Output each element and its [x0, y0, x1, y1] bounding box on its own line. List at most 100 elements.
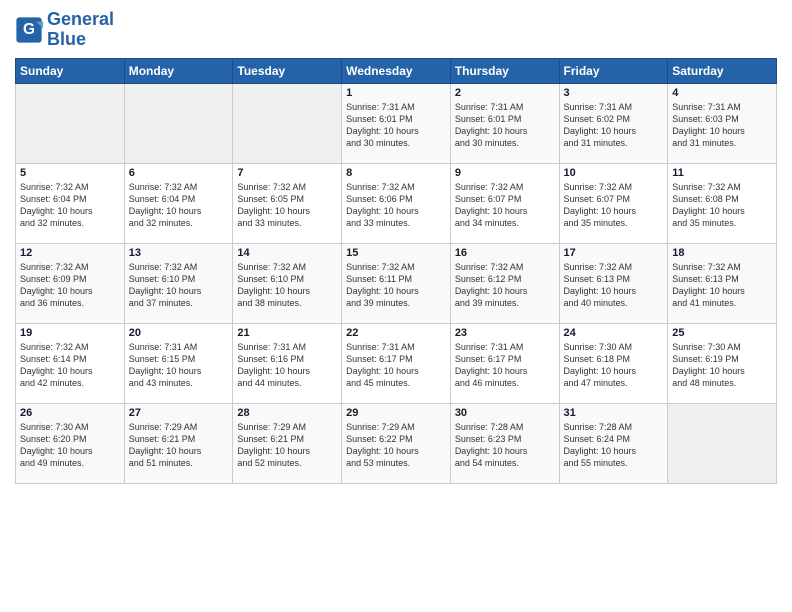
day-number: 5 [20, 167, 120, 179]
calendar-cell: 8 Sunrise: 7:32 AM Sunset: 6:06 PM Daylig… [342, 163, 451, 243]
day-info: Sunrise: 7:31 AM Sunset: 6:17 PM Dayligh… [346, 341, 446, 390]
calendar-cell: 26 Sunrise: 7:30 AM Sunset: 6:20 PM Dayli… [16, 403, 125, 483]
day-info: Sunrise: 7:32 AM Sunset: 6:11 PM Dayligh… [346, 261, 446, 310]
calendar-cell: 14Sunrise: 7:32 AM Sunset: 6:10 PM Dayli… [233, 243, 342, 323]
calendar-cell: 2 Sunrise: 7:31 AM Sunset: 6:01 PM Daylig… [450, 83, 559, 163]
day-number: 27 [129, 407, 229, 419]
day-number: 23 [455, 327, 555, 339]
day-number: 24 [564, 327, 664, 339]
calendar-cell: 15 Sunrise: 7:32 AM Sunset: 6:11 PM Dayli… [342, 243, 451, 323]
day-info: Sunrise: 7:28 AM Sunset: 6:24 PM Dayligh… [564, 421, 664, 470]
weekday-header-tuesday: Tuesday [233, 58, 342, 83]
day-number: 22 [346, 327, 446, 339]
day-number: 16 [455, 247, 555, 259]
calendar-cell: 28 Sunrise: 7:29 AM Sunset: 6:21 PM Dayli… [233, 403, 342, 483]
day-number: 17 [564, 247, 664, 259]
logo-blue: Blue [47, 29, 86, 49]
day-number: 9 [455, 167, 555, 179]
day-info: Sunrise: 7:29 AM Sunset: 6:21 PM Dayligh… [129, 421, 229, 470]
calendar-cell: 24Sunrise: 7:30 AM Sunset: 6:18 PM Dayli… [559, 323, 668, 403]
weekday-header-thursday: Thursday [450, 58, 559, 83]
day-info: Sunrise: 7:31 AM Sunset: 6:16 PM Dayligh… [237, 341, 337, 390]
calendar-cell: 18Sunrise: 7:32 AM Sunset: 6:13 PM Dayli… [668, 243, 777, 323]
day-number: 10 [564, 167, 664, 179]
calendar-cell [233, 83, 342, 163]
day-number: 14 [237, 247, 337, 259]
day-info: Sunrise: 7:28 AM Sunset: 6:23 PM Dayligh… [455, 421, 555, 470]
calendar-cell [668, 403, 777, 483]
page-container: G General Blue SundayMondayTuesdayWednes… [0, 0, 792, 494]
logo-text: General Blue [47, 10, 114, 50]
week-row-1: 1 Sunrise: 7:31 AM Sunset: 6:01 PM Daylig… [16, 83, 777, 163]
day-info: Sunrise: 7:32 AM Sunset: 6:06 PM Dayligh… [346, 181, 446, 230]
day-number: 26 [20, 407, 120, 419]
day-number: 1 [346, 87, 446, 99]
calendar-cell: 4 Sunrise: 7:31 AM Sunset: 6:03 PM Daylig… [668, 83, 777, 163]
day-info: Sunrise: 7:29 AM Sunset: 6:21 PM Dayligh… [237, 421, 337, 470]
calendar-cell: 10 Sunrise: 7:32 AM Sunset: 6:07 PM Dayli… [559, 163, 668, 243]
day-number: 19 [20, 327, 120, 339]
day-number: 7 [237, 167, 337, 179]
calendar-cell: 23 Sunrise: 7:31 AM Sunset: 6:17 PM Dayli… [450, 323, 559, 403]
calendar-cell: 13Sunrise: 7:32 AM Sunset: 6:10 PM Dayli… [124, 243, 233, 323]
day-info: Sunrise: 7:31 AM Sunset: 6:03 PM Dayligh… [672, 101, 772, 150]
calendar-cell: 9Sunrise: 7:32 AM Sunset: 6:07 PM Daylig… [450, 163, 559, 243]
day-info: Sunrise: 7:31 AM Sunset: 6:02 PM Dayligh… [564, 101, 664, 150]
calendar-table: SundayMondayTuesdayWednesdayThursdayFrid… [15, 58, 777, 484]
weekday-header-saturday: Saturday [668, 58, 777, 83]
day-info: Sunrise: 7:32 AM Sunset: 6:10 PM Dayligh… [129, 261, 229, 310]
day-info: Sunrise: 7:31 AM Sunset: 6:17 PM Dayligh… [455, 341, 555, 390]
day-number: 11 [672, 167, 772, 179]
day-info: Sunrise: 7:32 AM Sunset: 6:05 PM Dayligh… [237, 181, 337, 230]
day-info: Sunrise: 7:29 AM Sunset: 6:22 PM Dayligh… [346, 421, 446, 470]
calendar-cell: 11 Sunrise: 7:32 AM Sunset: 6:08 PM Dayli… [668, 163, 777, 243]
calendar-cell: 3 Sunrise: 7:31 AM Sunset: 6:02 PM Daylig… [559, 83, 668, 163]
weekday-header-wednesday: Wednesday [342, 58, 451, 83]
calendar-cell: 22 Sunrise: 7:31 AM Sunset: 6:17 PM Dayli… [342, 323, 451, 403]
day-number: 8 [346, 167, 446, 179]
calendar-cell: 6 Sunrise: 7:32 AM Sunset: 6:04 PM Daylig… [124, 163, 233, 243]
day-info: Sunrise: 7:32 AM Sunset: 6:08 PM Dayligh… [672, 181, 772, 230]
calendar-cell [124, 83, 233, 163]
calendar-cell: 16 Sunrise: 7:32 AM Sunset: 6:12 PM Dayli… [450, 243, 559, 323]
day-number: 2 [455, 87, 555, 99]
day-info: Sunrise: 7:31 AM Sunset: 6:01 PM Dayligh… [346, 101, 446, 150]
calendar-cell: 12Sunrise: 7:32 AM Sunset: 6:09 PM Dayli… [16, 243, 125, 323]
day-info: Sunrise: 7:32 AM Sunset: 6:04 PM Dayligh… [129, 181, 229, 230]
week-row-5: 26 Sunrise: 7:30 AM Sunset: 6:20 PM Dayli… [16, 403, 777, 483]
day-number: 3 [564, 87, 664, 99]
day-info: Sunrise: 7:31 AM Sunset: 6:01 PM Dayligh… [455, 101, 555, 150]
weekday-header-monday: Monday [124, 58, 233, 83]
svg-text:G: G [23, 21, 35, 38]
calendar-cell: 7 Sunrise: 7:32 AM Sunset: 6:05 PM Daylig… [233, 163, 342, 243]
week-row-2: 5 Sunrise: 7:32 AM Sunset: 6:04 PM Daylig… [16, 163, 777, 243]
day-number: 21 [237, 327, 337, 339]
logo-icon: G [15, 16, 43, 44]
day-number: 6 [129, 167, 229, 179]
day-info: Sunrise: 7:32 AM Sunset: 6:14 PM Dayligh… [20, 341, 120, 390]
day-number: 31 [564, 407, 664, 419]
weekday-header-friday: Friday [559, 58, 668, 83]
day-number: 20 [129, 327, 229, 339]
day-info: Sunrise: 7:32 AM Sunset: 6:09 PM Dayligh… [20, 261, 120, 310]
calendar-cell: 30 Sunrise: 7:28 AM Sunset: 6:23 PM Dayli… [450, 403, 559, 483]
day-number: 4 [672, 87, 772, 99]
day-info: Sunrise: 7:32 AM Sunset: 6:04 PM Dayligh… [20, 181, 120, 230]
day-info: Sunrise: 7:30 AM Sunset: 6:20 PM Dayligh… [20, 421, 120, 470]
day-number: 29 [346, 407, 446, 419]
weekday-header-row: SundayMondayTuesdayWednesdayThursdayFrid… [16, 58, 777, 83]
day-info: Sunrise: 7:31 AM Sunset: 6:15 PM Dayligh… [129, 341, 229, 390]
calendar-cell: 1 Sunrise: 7:31 AM Sunset: 6:01 PM Daylig… [342, 83, 451, 163]
weekday-header-sunday: Sunday [16, 58, 125, 83]
day-number: 28 [237, 407, 337, 419]
header: G General Blue [15, 10, 777, 50]
day-number: 15 [346, 247, 446, 259]
week-row-4: 19 Sunrise: 7:32 AM Sunset: 6:14 PM Dayli… [16, 323, 777, 403]
day-number: 30 [455, 407, 555, 419]
day-info: Sunrise: 7:32 AM Sunset: 6:07 PM Dayligh… [564, 181, 664, 230]
logo: G General Blue [15, 10, 114, 50]
calendar-cell: 20 Sunrise: 7:31 AM Sunset: 6:15 PM Dayli… [124, 323, 233, 403]
calendar-cell: 19 Sunrise: 7:32 AM Sunset: 6:14 PM Dayli… [16, 323, 125, 403]
calendar-cell: 27 Sunrise: 7:29 AM Sunset: 6:21 PM Dayli… [124, 403, 233, 483]
day-info: Sunrise: 7:32 AM Sunset: 6:12 PM Dayligh… [455, 261, 555, 310]
